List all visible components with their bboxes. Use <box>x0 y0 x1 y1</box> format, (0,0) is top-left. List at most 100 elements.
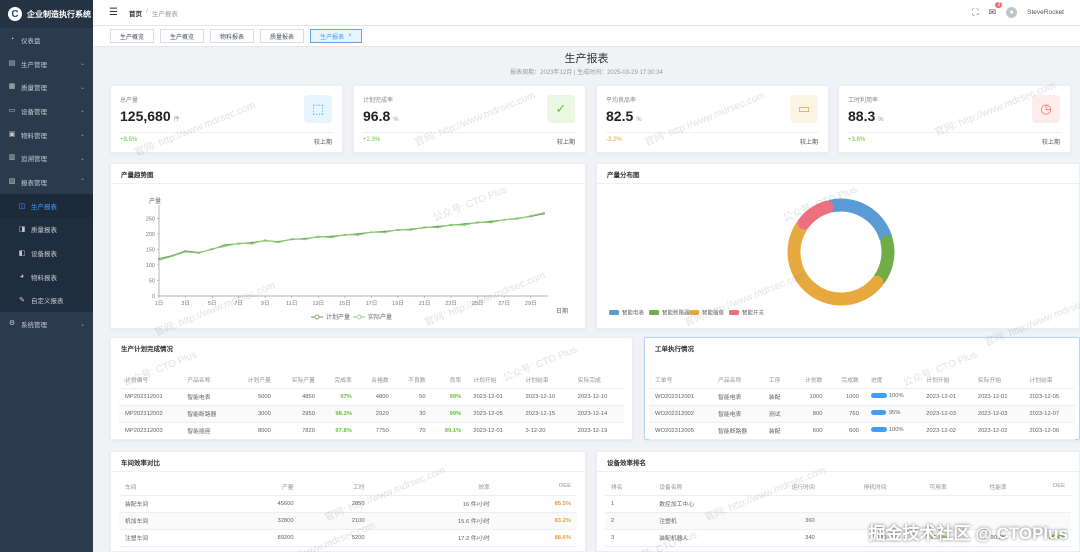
table-row[interactable]: WO202312005 智能断路器 装配 600 600 100% 2023-12-02 20… <box>649 422 1075 440</box>
table-row[interactable]: MP202312002 智能断路器 3000 2950 98.3% 2920 30 99% 20… <box>119 405 624 423</box>
table-cell: 50 <box>394 388 432 406</box>
sidebar-menu: ◔ 仪表盘 ▤ 生产管理 ⌄ ▦ 质量管理 ⌄ ▭ 设备管理 ⌄ ▣ 物料管理 … <box>0 28 93 336</box>
sidebar-subitem-device-report[interactable]: ◧ 设备报表 <box>0 241 93 265</box>
sidebar-subitem-custom-report[interactable]: ✎ 自定义报表 <box>0 289 93 313</box>
sidebar-subitem-production-report[interactable]: ◫ 生产报表 <box>0 193 93 218</box>
sidebar-item-material[interactable]: ▣ 物料管理 ⌄ <box>0 123 93 147</box>
data-point <box>423 226 426 228</box>
table-cell: 2950 <box>276 405 321 423</box>
table-row[interactable]: WO202312001 智能电表 装配 1000 1000 100% 2023-12-01 2… <box>649 388 1075 406</box>
data-point <box>237 242 240 245</box>
table-cell <box>892 495 953 513</box>
legend-marker <box>356 314 362 320</box>
sidebar-item-quality[interactable]: ▦ 质量管理 ⌄ <box>0 75 93 99</box>
data-point <box>370 231 373 233</box>
tag-production-report[interactable]: 生产报表 × <box>310 29 362 43</box>
sidebar-item-label: 设备管理 <box>21 108 47 116</box>
brand[interactable]: C 企业制造执行系统 <box>0 0 93 28</box>
table-cell: 注塑机 <box>653 512 749 530</box>
kpi-unit: % <box>636 117 642 123</box>
table-cell: 2023-12-10 <box>519 388 572 406</box>
page-subtitle: 报表周期：2023年12月 | 生成时间：2025-03-29 17:30:34 <box>510 70 663 76</box>
close-icon[interactable]: × <box>348 33 352 39</box>
x-tick-label: 25日 <box>472 300 484 307</box>
table-cell: 2023-12-19 <box>571 422 624 440</box>
table-cell: 装配 <box>762 422 793 440</box>
column-header: 计划结束 <box>519 371 572 389</box>
kpi-number: 88.3 <box>848 108 876 124</box>
column-header: 实际产量 <box>276 371 321 389</box>
sidebar-item-trace[interactable]: ▥ 追溯管理 ⌄ <box>0 146 93 170</box>
kpi-card-labor-utilization: 工时利用率 88.3% ◷ +3.8% 较上期 <box>838 85 1071 153</box>
table-row[interactable]: 装配车间 45600 2850 16 件/小时 85.5% <box>119 495 577 513</box>
sidebar-item-label: 物料管理 <box>21 132 47 140</box>
tag-quality-report[interactable]: 质量报表 <box>260 29 305 43</box>
column-header: 工时 <box>299 478 371 496</box>
table-row[interactable]: 1 数控加工中心 <box>605 495 1071 513</box>
table-cell: 360 <box>748 512 821 530</box>
legend-swatch <box>649 310 659 315</box>
legend-swatch <box>689 310 699 315</box>
dashboard-icon: ◔ <box>9 35 15 43</box>
username[interactable]: SteveRocket <box>1027 9 1064 16</box>
sidebar-item-dashboard[interactable]: ◔ 仪表盘 <box>0 28 93 52</box>
table-header-row: 车间 产量 工时 效率 OEE <box>119 478 577 496</box>
breadcrumb-current: 生产报表 <box>151 10 178 18</box>
x-tick-label: 17日 <box>366 300 378 307</box>
data-point <box>224 245 227 248</box>
sidebar-item-production[interactable]: ▤ 生产管理 ⌄ <box>0 52 93 76</box>
chevron-up-icon: ⌃ <box>79 179 85 186</box>
column-header: 产品名称 <box>181 371 233 389</box>
legend-label: 智能电表 <box>622 309 645 317</box>
table-header-row: 工单号 产品名称 工序 计划数 完成数 进度 计划开始 实际开始 计划结束 <box>649 371 1075 389</box>
table-row[interactable]: MP202312001 智能电表 5000 4850 97% 4800 50 99% 2023-… <box>119 388 624 406</box>
kpi-change: -3.2% <box>606 137 622 143</box>
data-point <box>343 233 346 236</box>
progress-fill <box>870 393 887 399</box>
sidebar-subitem-quality-report[interactable]: ◨ 质量报表 <box>0 218 93 242</box>
column-header: 计划编号 <box>119 371 182 389</box>
kpi-number: 82.5 <box>606 108 634 124</box>
table-cell: 数控加工中心 <box>653 495 749 513</box>
pie-slice <box>873 235 895 286</box>
table-cell: 测试 <box>762 405 793 423</box>
column-header: OEE <box>1012 478 1071 496</box>
mail-button[interactable]: ✉ 3 <box>989 2 1003 18</box>
table-cell <box>1012 495 1071 513</box>
sidebar-subitem-material-report[interactable]: ◕ 物料报表 <box>0 265 93 289</box>
kpi-divider <box>120 132 333 133</box>
table-cell: 2023-12-01 <box>920 388 972 406</box>
tag-production-overview[interactable]: 生产概览 <box>110 29 155 43</box>
chevron-down-icon: ⌄ <box>79 132 85 139</box>
avatar[interactable]: ● <box>1006 7 1018 18</box>
table-cell: 2023-12-01 <box>467 422 520 440</box>
distribution-chart-card: 产量分布图 智能电表 智能断路器 智能插座 智能开关 <box>596 163 1080 329</box>
table-cell: 1000 <box>792 388 829 406</box>
report-submenu: ◫ 生产报表 ◨ 质量报表 ◧ 设备报表 ◕ 物料报表 ✎ 自定义报表 <box>0 193 93 313</box>
sidebar-item-device[interactable]: ▭ 设备管理 ⌄ <box>0 99 93 123</box>
breadcrumb-home[interactable]: 首页 <box>129 8 142 18</box>
column-header: 运行时间 <box>748 478 821 496</box>
fullscreen-icon[interactable]: ⛶ <box>972 7 978 18</box>
table-cell: 2100 <box>299 512 371 530</box>
table-row[interactable]: WO202312002 智能电表 测试 800 760 95% 2023-12-03 2023… <box>649 405 1075 423</box>
table-cell: 89200 <box>219 529 300 547</box>
kpi-number: 96.8 <box>363 108 391 124</box>
pie-slice <box>787 220 884 306</box>
tag-production-overview-2[interactable]: 生产概览 <box>160 29 205 43</box>
sidebar-item-system[interactable]: ⚙ 系统管理 ⌄ <box>0 312 93 336</box>
sidebar-item-report[interactable]: ▧ 报表管理 ⌃ <box>0 170 93 194</box>
table-cell: 600 <box>792 422 829 440</box>
tag-material-report[interactable]: 物料报表 <box>210 29 255 43</box>
table-row[interactable]: MP202312003 智能插座 8000 7820 97.8% 7750 70 99.1% 2… <box>119 422 624 440</box>
table-cell: MP202312003 <box>119 422 182 440</box>
table-cell: 99% <box>431 405 468 423</box>
table-row[interactable]: 注塑车间 89200 5200 17.2 件/小时 88.6% <box>119 529 577 547</box>
column-header: 效率 <box>370 478 496 496</box>
kpi-label: 平均良品率 <box>606 98 637 104</box>
table-row[interactable]: 机加车间 32800 2100 15.6 件/小时 83.2% <box>119 512 577 530</box>
order-table-wrap: 工单号 产品名称 工序 计划数 完成数 进度 计划开始 实际开始 计划结束 WO20231200… <box>645 358 1079 440</box>
data-point <box>543 211 545 214</box>
trend-chart-title: 产量趋势图 <box>111 164 585 184</box>
menu-toggle-icon[interactable]: ☰ <box>109 7 121 18</box>
